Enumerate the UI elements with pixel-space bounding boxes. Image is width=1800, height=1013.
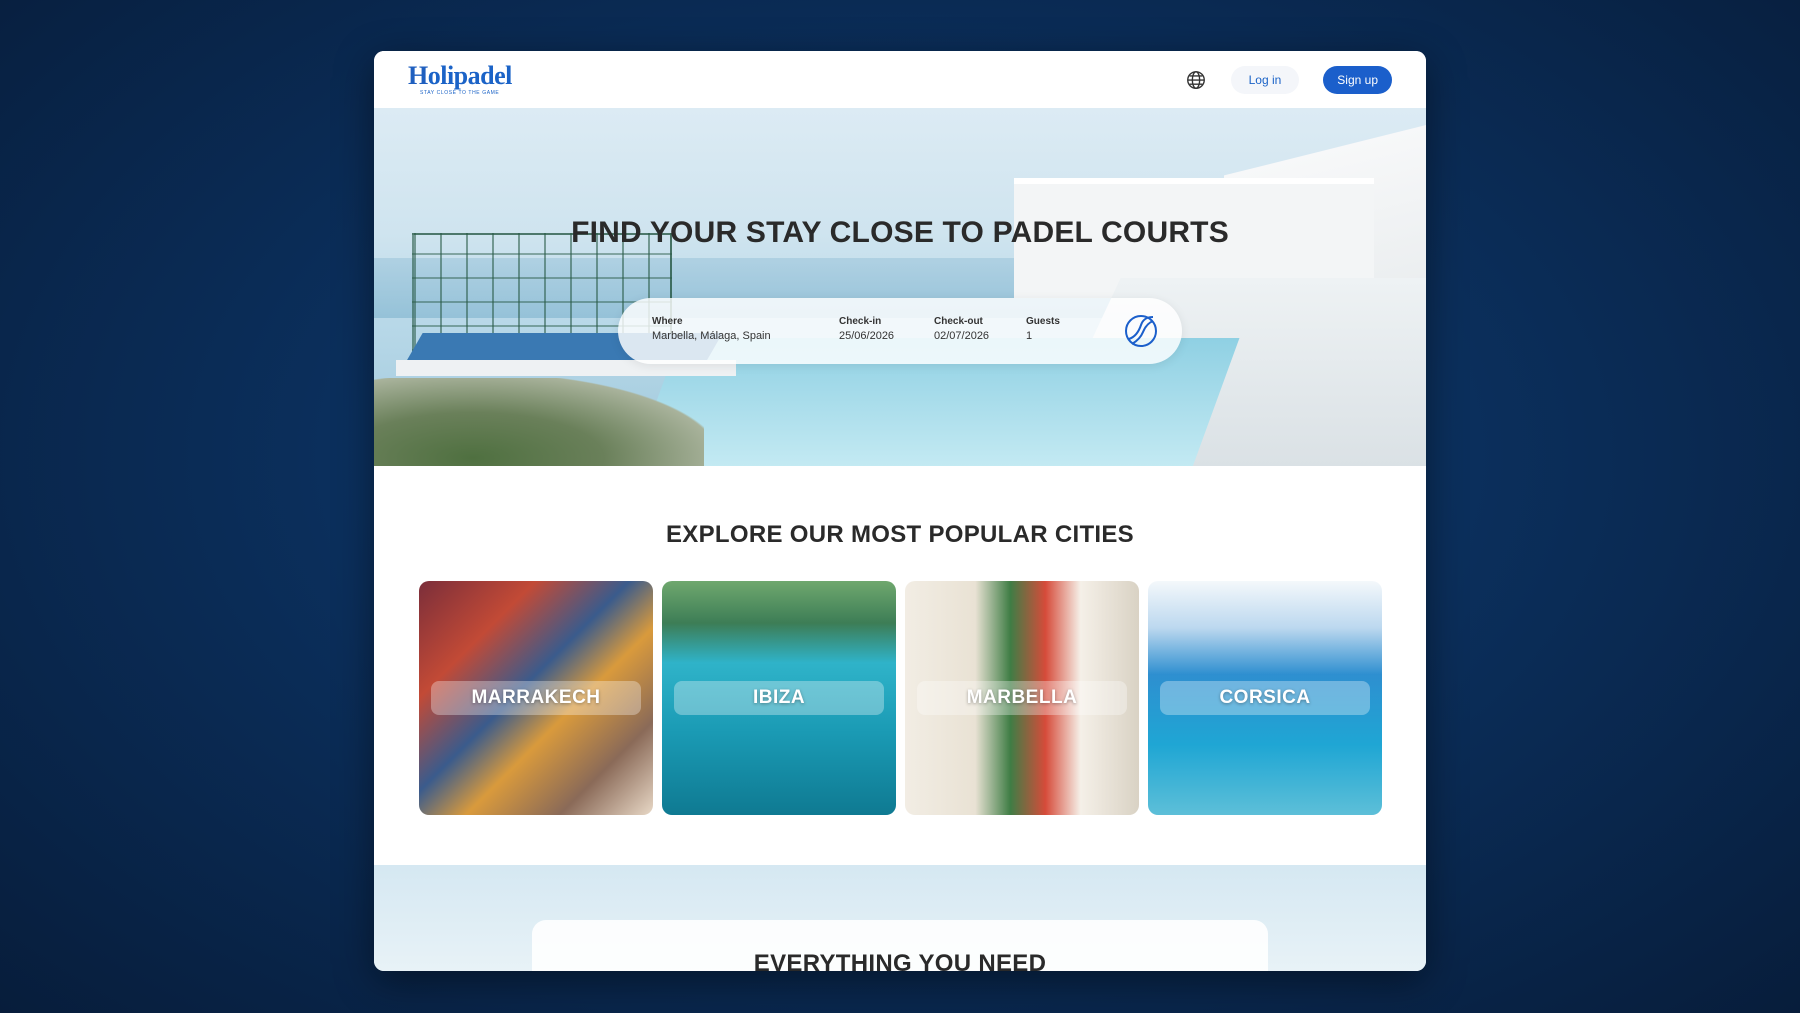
- features-title: EVERYTHING YOU NEED: [753, 950, 1047, 971]
- header-actions: Log in Sign up: [1185, 65, 1392, 94]
- hero-section: FIND YOUR STAY CLOSE TO PADEL COURTS Whe…: [374, 108, 1426, 466]
- city-label: MARBELLA: [917, 681, 1127, 715]
- guests-label: Guests: [1026, 316, 1060, 327]
- checkin-value: 25/06/2026: [839, 330, 895, 342]
- guests-field[interactable]: Guests 1: [1026, 316, 1060, 342]
- holipadel-logo[interactable]: Holipadel STAY CLOSE TO THE GAME: [408, 63, 512, 96]
- checkin-field[interactable]: Check-in 25/06/2026: [839, 316, 894, 342]
- hero-title: FIND YOUR STAY CLOSE TO PADEL COURTS: [571, 216, 1229, 249]
- city-label: IBIZA: [674, 681, 884, 715]
- logo-tagline: STAY CLOSE TO THE GAME: [420, 90, 500, 96]
- browser-window: Holipadel STAY CLOSE TO THE GAME Log in …: [374, 51, 1426, 971]
- where-field[interactable]: Where Marbella, Málaga, Spain: [652, 316, 771, 342]
- features-section: EVERYTHING YOU NEED: [374, 865, 1426, 971]
- city-card-marbella[interactable]: MARBELLA: [905, 581, 1139, 815]
- checkout-label: Check-out: [934, 316, 983, 327]
- city-card-marrakech[interactable]: MARRAKECH: [419, 581, 653, 815]
- padel-ball-icon: [1125, 315, 1157, 347]
- hero-vegetation: [374, 378, 704, 466]
- city-card-corsica[interactable]: CORSICA: [1148, 581, 1382, 815]
- features-panel: EVERYTHING YOU NEED: [532, 920, 1268, 971]
- city-card-ibiza[interactable]: IBIZA: [662, 581, 896, 815]
- where-label: Where: [652, 316, 683, 327]
- cities-section-title: EXPLORE OUR MOST POPULAR CITIES: [665, 521, 1134, 548]
- where-value: Marbella, Málaga, Spain: [652, 330, 771, 342]
- checkout-field[interactable]: Check-out 02/07/2026: [934, 316, 989, 342]
- signup-button[interactable]: Sign up: [1323, 65, 1392, 94]
- search-bar: Where Marbella, Málaga, Spain Check-in 2…: [618, 298, 1182, 364]
- city-cards: MARRAKECH IBIZA MARBELLA CORSICA: [419, 581, 1382, 815]
- city-label: CORSICA: [1160, 681, 1370, 715]
- top-navigation: Holipadel STAY CLOSE TO THE GAME Log in …: [374, 51, 1426, 108]
- globe-icon[interactable]: [1185, 69, 1207, 91]
- city-label: MARRAKECH: [431, 681, 641, 715]
- search-button[interactable]: [1123, 313, 1159, 349]
- checkin-label: Check-in: [839, 316, 882, 327]
- guests-value: 1: [1026, 330, 1033, 342]
- logo-wordmark: Holipadel: [408, 61, 512, 90]
- checkout-value: 02/07/2026: [934, 330, 990, 342]
- login-button[interactable]: Log in: [1230, 65, 1300, 94]
